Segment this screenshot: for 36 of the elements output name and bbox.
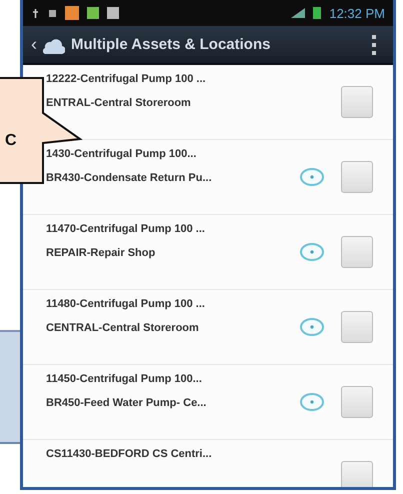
notification-icon [65,6,79,20]
location-name: ENTRAL-Central Storeroom [46,97,192,109]
image-icon [107,7,119,19]
battery-icon [313,7,322,19]
list-row[interactable]: 11470-Centrifugal Pump 100 ... REPAIR-Repair Shop [23,215,393,290]
asset-name: 12222-Centrifugal Pump 100 ... [46,73,207,85]
location-name: REPAIR-Repair Shop [46,247,156,259]
asset-name: CS11430-BEDFORD CS Centri... [46,448,213,460]
circle-dot-icon[interactable] [300,243,324,261]
checkbox[interactable] [341,161,373,193]
checkbox[interactable] [341,86,373,118]
location-name: BR450-Feed Water Pump- Ce... [46,397,208,409]
checkbox[interactable] [341,386,373,418]
notification-icon [87,7,99,19]
asset-name: 11470-Centrifugal Pump 100 ... [46,223,206,235]
square-icon [48,8,57,18]
callout-text: C [5,132,17,150]
location-name: BR430-Condensate Return Pu... [46,172,213,184]
clock: 12:32 PM [329,6,385,20]
asset-name: 11480-Centrifugal Pump 100 ... [46,298,206,310]
checkbox[interactable] [341,311,373,343]
list-row[interactable]: CS11430-BEDFORD CS Centri... [23,440,393,487]
circle-dot-icon[interactable] [300,318,324,336]
location-name: CENTRAL-Central Storeroom [46,322,200,334]
checkbox[interactable] [341,236,373,268]
back-button[interactable]: ‹ [31,34,37,55]
overflow-menu-icon[interactable] [371,34,377,54]
screen-title: Multiple Assets & Locations [71,36,272,53]
asset-name: 1430-Centrifugal Pump 100... [46,148,198,160]
list-row[interactable]: 11450-Centrifugal Pump 100... BR450-Feed Water Pump- Ce... [23,365,393,440]
asset-name: 11450-Centrifugal Pump 100... [46,373,203,385]
circle-dot-icon[interactable] [300,393,324,411]
signal-icon [291,8,306,18]
checkbox[interactable] [341,461,373,487]
circle-dot-icon[interactable] [300,168,324,186]
list-row[interactable]: 11480-Centrifugal Pump 100 ... CENTRAL-Central Storeroom [23,290,393,365]
